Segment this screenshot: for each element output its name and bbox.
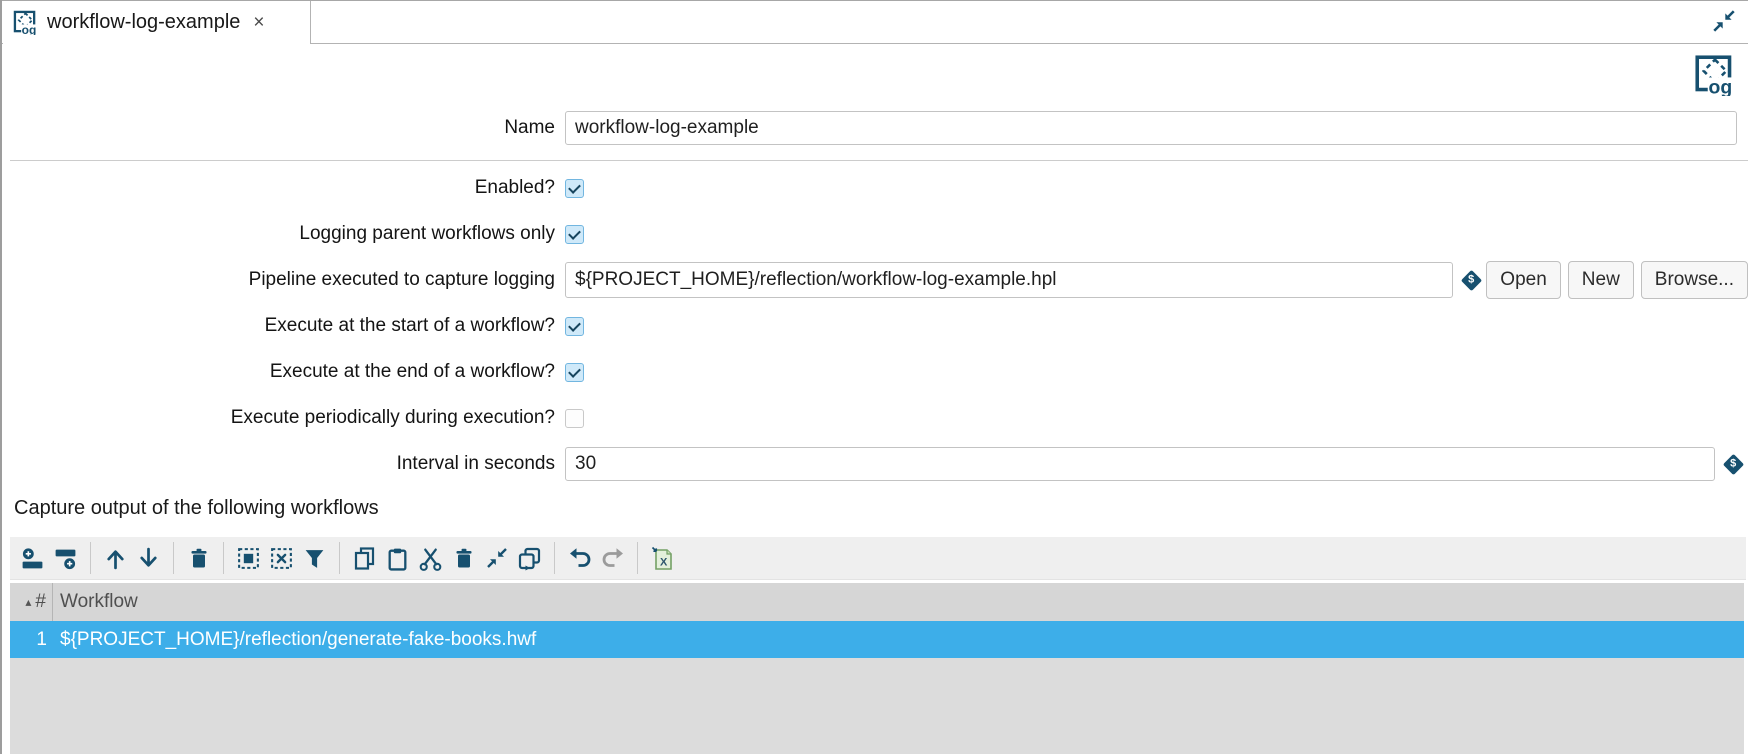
- window-left-border: [0, 0, 2, 754]
- execute-periodic-row: Execute periodically during execution?: [0, 403, 1748, 433]
- execute-periodic-label: Execute periodically during execution?: [0, 407, 555, 429]
- enabled-checkbox[interactable]: [565, 179, 584, 198]
- interval-label: Interval in seconds: [0, 453, 555, 475]
- interval-input[interactable]: [565, 447, 1715, 481]
- toolbar-separator: [173, 542, 174, 574]
- execute-start-checkbox[interactable]: [565, 317, 584, 336]
- logging-parent-label: Logging parent workflows only: [0, 223, 555, 245]
- duplicate-row-icon[interactable]: [516, 545, 543, 572]
- column-header-number-label: #: [35, 591, 46, 613]
- row-workflow-value[interactable]: ${PROJECT_HOME}/reflection/generate-fake…: [53, 629, 536, 651]
- table-empty-area[interactable]: [10, 658, 1744, 754]
- sort-ascending-icon: ▴: [25, 596, 31, 608]
- toolbar-separator: [223, 542, 224, 574]
- column-header-workflow[interactable]: Workflow: [53, 591, 138, 613]
- window-top-border: [0, 0, 1748, 1]
- collapse-panel-icon[interactable]: [1710, 7, 1738, 35]
- execute-end-row: Execute at the end of a workflow?: [0, 357, 1748, 387]
- clear-selection-icon[interactable]: [268, 545, 295, 572]
- name-row: Name: [0, 108, 1748, 148]
- toolbar-separator: [637, 542, 638, 574]
- workflow-log-icon: og: [13, 10, 38, 35]
- name-input[interactable]: [565, 111, 1737, 145]
- insert-row-before-icon[interactable]: [19, 545, 46, 572]
- variable-icon[interactable]: $: [1461, 269, 1482, 290]
- toolbar-separator: [90, 542, 91, 574]
- workflows-table-header: ▴ # Workflow: [10, 583, 1744, 621]
- keep-selected-rows-icon[interactable]: [483, 545, 510, 572]
- insert-row-after-icon[interactable]: [52, 545, 79, 572]
- delete-rows-icon[interactable]: [185, 545, 212, 572]
- table-row[interactable]: 1 ${PROJECT_HOME}/reflection/generate-fa…: [10, 621, 1744, 658]
- name-label: Name: [0, 117, 555, 139]
- tab-bar: og workflow-log-example ×: [0, 0, 1748, 44]
- interval-row: Interval in seconds $: [0, 444, 1748, 484]
- svg-text:X: X: [660, 556, 668, 568]
- capture-output-title: Capture output of the following workflow…: [14, 497, 379, 520]
- pipeline-filename-input[interactable]: [565, 262, 1453, 298]
- workflow-log-icon: og: [1694, 54, 1736, 96]
- delete-selected-rows-icon[interactable]: [450, 545, 477, 572]
- enabled-row: Enabled?: [0, 173, 1748, 203]
- tab-workflow-log-example[interactable]: og workflow-log-example ×: [3, 1, 311, 44]
- execute-end-label: Execute at the end of a workflow?: [0, 361, 555, 383]
- workflows-table-toolbar: X: [10, 537, 1746, 580]
- enabled-label: Enabled?: [0, 177, 555, 199]
- execute-start-row: Execute at the start of a workflow?: [0, 311, 1748, 341]
- cut-rows-icon[interactable]: [417, 545, 444, 572]
- new-button[interactable]: New: [1568, 261, 1634, 299]
- section-divider: [10, 160, 1748, 161]
- open-button[interactable]: Open: [1486, 261, 1560, 299]
- logging-parent-checkbox[interactable]: [565, 225, 584, 244]
- select-all-rows-icon[interactable]: [235, 545, 262, 572]
- execute-periodic-checkbox[interactable]: [565, 409, 584, 428]
- filter-rows-icon[interactable]: [301, 545, 328, 572]
- svg-text:og: og: [22, 23, 37, 35]
- logging-parent-row: Logging parent workflows only: [0, 219, 1748, 249]
- workflow-log-editor: og workflow-log-example × og Name: [0, 0, 1748, 754]
- undo-icon[interactable]: [566, 545, 593, 572]
- move-rows-down-icon[interactable]: [135, 545, 162, 572]
- toolbar-separator: [554, 542, 555, 574]
- svg-text:og: og: [1709, 77, 1733, 96]
- pipeline-label: Pipeline executed to capture logging: [0, 269, 555, 291]
- copy-rows-icon[interactable]: [351, 545, 378, 572]
- execute-start-label: Execute at the start of a workflow?: [0, 315, 555, 337]
- paste-rows-icon[interactable]: [384, 545, 411, 572]
- toolbar-separator: [339, 542, 340, 574]
- execute-end-checkbox[interactable]: [565, 363, 584, 382]
- tab-title: workflow-log-example: [47, 11, 240, 34]
- browse-button[interactable]: Browse...: [1641, 261, 1748, 299]
- column-header-number[interactable]: ▴ #: [10, 583, 53, 621]
- move-rows-up-icon[interactable]: [102, 545, 129, 572]
- tab-close-icon[interactable]: ×: [253, 13, 264, 32]
- variable-icon[interactable]: $: [1723, 453, 1744, 474]
- row-number: 1: [10, 621, 53, 658]
- export-to-excel-icon[interactable]: X: [649, 545, 676, 572]
- redo-icon[interactable]: [599, 545, 626, 572]
- pipeline-row: Pipeline executed to capture logging $ O…: [0, 258, 1748, 302]
